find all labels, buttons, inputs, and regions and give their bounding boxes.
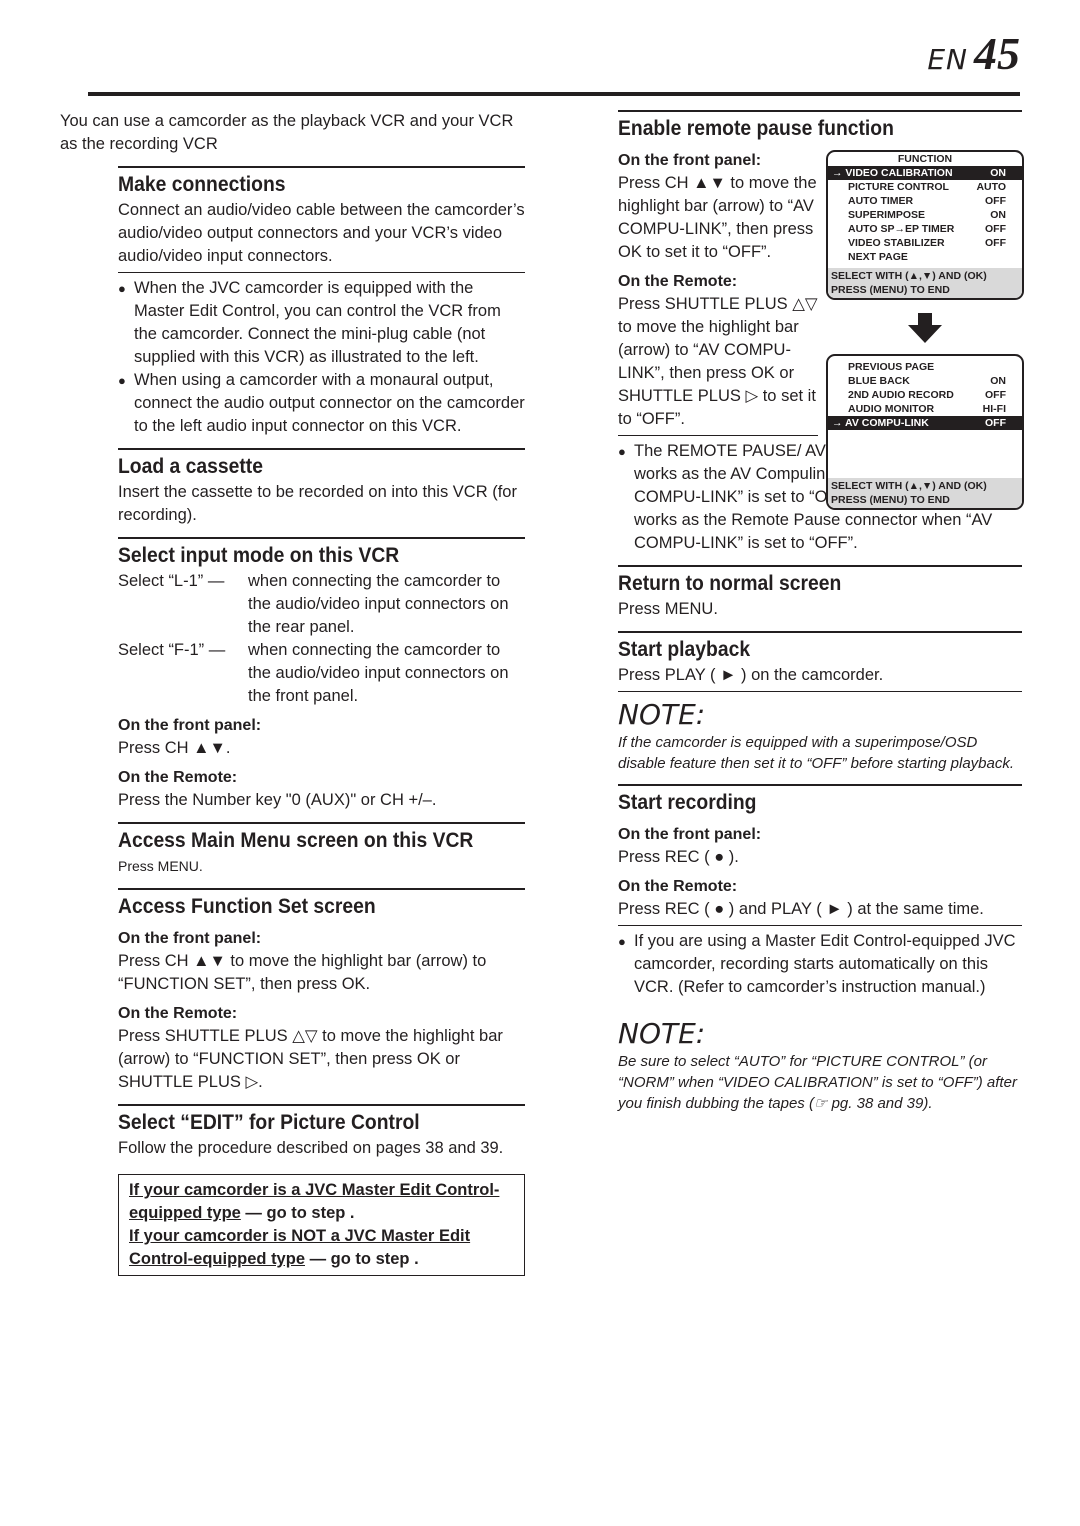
menu-title: FUNCTION (897, 153, 953, 165)
section-body: Connect an audio/video cable between the… (118, 201, 525, 265)
page-number: EN 45 (927, 31, 1020, 77)
remote-label: On the Remote: (618, 273, 738, 290)
input-option: Select “F-1” — when connecting the camcor… (118, 639, 525, 708)
section-body: Press MENU. (618, 600, 718, 618)
front-panel-text: Press REC ( ● ). (618, 848, 739, 866)
remote-text: Press SHUTTLE PLUS △▽ to move the highli… (618, 295, 818, 428)
menu-row: AUDIO MONITOR HI-FI (848, 403, 1006, 415)
front-panel-label: On the front panel: (618, 826, 762, 843)
menu-row: PICTURE CONTROL AUTO (848, 181, 1006, 193)
front-panel-text: Press CH ▲▼ to move the highlight bar (a… (618, 174, 817, 261)
section-body: Press MENU. (118, 858, 203, 874)
menu-row-highlighted: → VIDEO CALIBRATION ON (828, 166, 1022, 180)
section-title: Select “EDIT” for Picture Control (118, 1111, 420, 1134)
left-column: You can use a camcorder as the playback … (60, 110, 525, 1276)
remote-label: On the Remote: (118, 1005, 238, 1022)
section-main-menu: Access Main Menu screen on this VCR Pres… (118, 822, 525, 878)
option-desc: when connecting the camcorder to the aud… (248, 572, 509, 636)
section-body: Press PLAY ( ► ) on the camcorder. (618, 666, 884, 684)
input-option: Select “L-1” — when connecting the camcor… (118, 570, 525, 639)
section-function-set: Access Function Set screen On the front … (118, 888, 525, 1094)
option-key: Select “F-1” — (118, 641, 226, 659)
go-to-step-box: If your camcorder is a JVC Master Edit C… (118, 1174, 525, 1276)
front-panel-text: Press CH ▲▼ to move the highlight bar (a… (118, 952, 487, 993)
bullet-item: When using a camcorder with a monaural o… (118, 369, 525, 438)
bullet-item: When the JVC camcorder is equipped with … (118, 277, 525, 369)
menu-row: AUTO SP→EP TIMER OFF (848, 223, 1006, 235)
section-body: Insert the cassette to be recorded on in… (118, 483, 517, 524)
section-title: Start recording (618, 791, 757, 814)
arrow-down-icon (908, 313, 942, 343)
section-title: Access Main Menu screen on this VCR (118, 829, 474, 852)
note-body: If the camcorder is equipped with a supe… (618, 734, 1015, 772)
menu-footer: SELECT WITH (▲,▼) AND (OK) PRESS (MENU) T… (828, 478, 1022, 508)
menu-row: NEXT PAGE (848, 251, 908, 263)
function-menu-screen: FUNCTION → VIDEO CALIBRATION ON PICTURE C… (826, 150, 1024, 300)
note-body: Be sure to select “AUTO” for “PICTURE CO… (618, 1053, 1017, 1112)
section-body: Follow the procedure described on pages … (118, 1139, 504, 1157)
section-normal-screen: Return to normal screen Press MENU. (618, 565, 1022, 621)
remote-text: Press SHUTTLE PLUS △▽ to move the highli… (118, 1027, 503, 1091)
section-start-recording: Start recording On the front panel: Pres… (618, 784, 1022, 999)
note-block: NOTE: If the camcorder is equipped with … (618, 698, 1022, 774)
menu-row: BLUE BACK ON (848, 375, 1006, 387)
remote-text: Press the Number key "0 (AUX)" or CH +/–… (118, 791, 437, 809)
menu-row: 2ND AUDIO RECORD OFF (848, 389, 1006, 401)
menu-row: SUPERIMPOSE ON (848, 209, 1006, 221)
section-select-edit: Select “EDIT” for Picture Control Follow… (118, 1104, 525, 1160)
front-panel-label: On the front panel: (118, 930, 262, 947)
menu-row: VIDEO STABILIZER OFF (848, 237, 1006, 249)
intro-text: You can use a camcorder as the playback … (60, 112, 514, 153)
section-title: Make connections (118, 173, 286, 196)
section-title: Load a cassette (118, 455, 263, 478)
goto-step-text: — go to step . (305, 1250, 419, 1268)
note-title: NOTE: (618, 698, 706, 731)
section-title: Select input mode on this VCR (118, 544, 400, 567)
menu-row: PREVIOUS PAGE (848, 361, 935, 373)
section-title: Return to normal screen (618, 572, 842, 595)
option-key: Select “L-1” — (118, 572, 225, 590)
page-header: EN 45 (88, 31, 1020, 96)
menu-row-highlighted: → AV COMPU-LINK OFF (828, 416, 1022, 430)
page-number-value: 45 (974, 28, 1020, 79)
section-load-cassette: Load a cassette Insert the cassette to b… (118, 448, 525, 527)
remote-text: Press REC ( ● ) and PLAY ( ► ) at the sa… (618, 900, 984, 918)
menu-row: AUTO TIMER OFF (848, 195, 1006, 207)
section-start-playback: Start playback Press PLAY ( ► ) on the c… (618, 631, 1022, 692)
menu-footer: SELECT WITH (▲,▼) AND (OK) PRESS (MENU) T… (828, 268, 1022, 298)
section-title: Access Function Set screen (118, 895, 376, 918)
section-title: Enable remote pause function (618, 117, 894, 140)
section-title: Start playback (618, 638, 751, 661)
note-block: NOTE: Be sure to select “AUTO” for “PICT… (618, 1017, 1022, 1114)
section-make-connections: Make connections Connect an audio/video … (118, 166, 525, 438)
option-desc: when connecting the camcorder to the aud… (248, 641, 509, 705)
front-panel-label: On the front panel: (618, 152, 762, 169)
function-menu-screen-page2: PREVIOUS PAGE BLUE BACK ON 2ND AUDIO RECO… (826, 354, 1024, 510)
note-title: NOTE: (618, 1017, 706, 1050)
front-panel-text: Press CH ▲▼. (118, 739, 231, 757)
remote-label: On the Remote: (618, 878, 738, 895)
front-panel-label: On the front panel: (118, 717, 262, 734)
condition-text: If your camcorder is NOT a JVC Master Ed… (129, 1227, 471, 1268)
goto-step-text: — go to step . (240, 1204, 355, 1222)
section-select-input: Select input mode on this VCR Select “L-… (118, 537, 525, 812)
remote-label: On the Remote: (118, 769, 238, 786)
language-label: EN (927, 43, 968, 76)
bullet-item: If you are using a Master Edit Control-e… (618, 930, 1022, 999)
